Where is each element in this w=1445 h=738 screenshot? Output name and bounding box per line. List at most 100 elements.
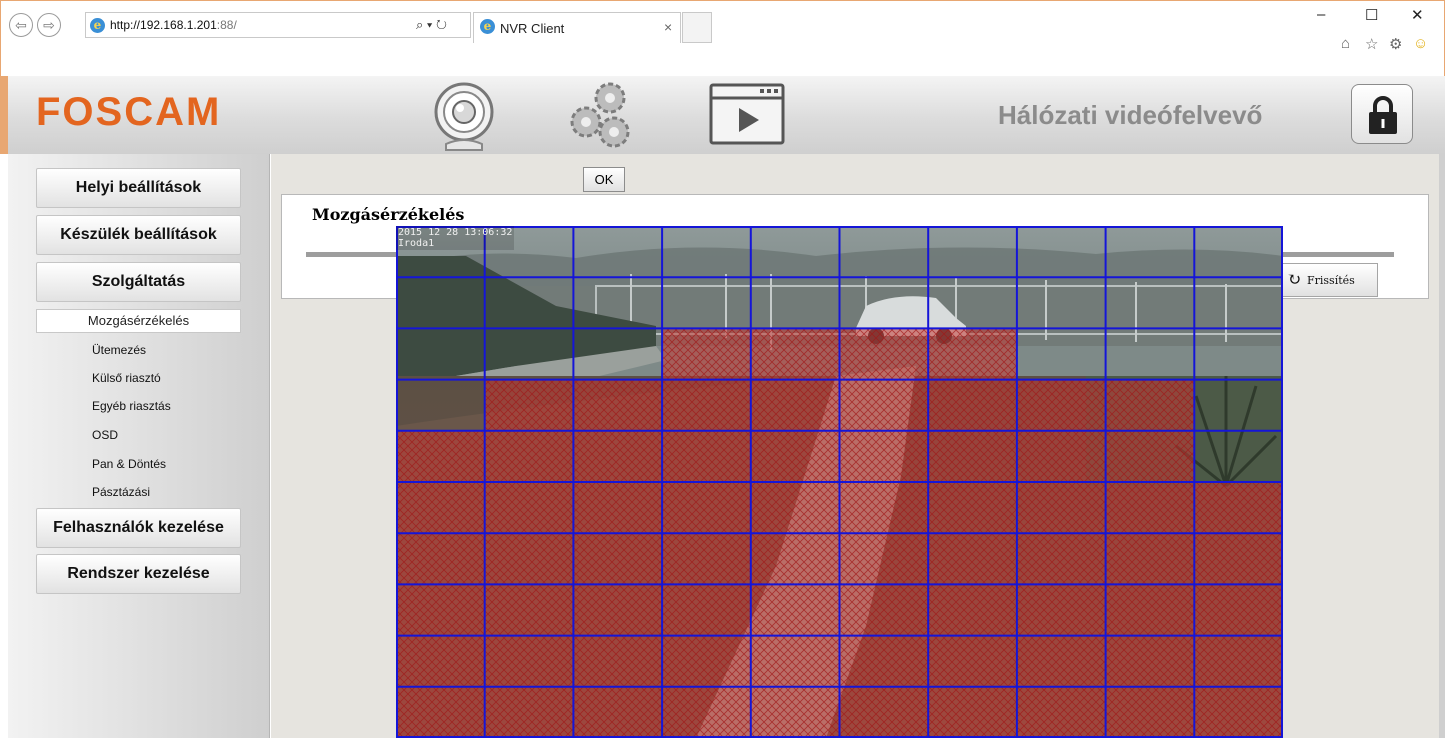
tab-close-icon[interactable]: × [664,19,672,35]
motion-cell-hatch [1105,584,1195,636]
motion-cell-hatch [928,686,1017,738]
motion-cell-hatch [484,584,574,636]
motion-cell-hatch [484,482,574,534]
motion-cell-hatch [1016,635,1106,687]
lock-button[interactable] [1351,84,1413,144]
motion-cell-hatch [573,379,663,431]
motion-cell-hatch [1105,635,1195,687]
motion-cell-hatch [662,379,751,431]
sidebar-subitem-motion-detection[interactable]: Mozgásérzékelés [36,309,241,333]
motion-cell-hatch [573,635,663,687]
motion-cell-hatch [396,584,485,636]
gear-icon[interactable]: ⚙ [1389,35,1402,53]
motion-cell-hatch [839,686,929,738]
app-header: FOSCAM Hálózati videófelvevő [0,76,1445,154]
tab-nvr-client[interactable]: e NVR Client × [473,12,681,43]
motion-cell-hatch [1105,379,1195,431]
camera-feed[interactable]: 2015 12 28 13:06:32 Iroda1 [396,226,1283,738]
motion-cell-hatch [662,533,751,585]
sidebar-item-system-management[interactable]: Rendszer kezelése [36,554,241,594]
motion-cell-hatch [928,430,1017,482]
motion-cell-hatch [750,430,840,482]
sidebar-item-device-settings[interactable]: Készülék beállítások [36,215,241,255]
sidebar-item-local-settings[interactable]: Helyi beállítások [36,168,241,208]
motion-cell-hatch [839,482,929,534]
address-url[interactable]: http://192.168.1.201:88/ [110,18,237,32]
new-tab-button[interactable] [682,12,712,43]
motion-cell-hatch [750,482,840,534]
motion-cell-hatch [1194,686,1283,738]
sidebar-subitem-patrol[interactable]: Pásztázási [92,485,150,499]
sidebar-subitem-other-alarm[interactable]: Egyéb riasztás [92,399,171,413]
window-edge [1439,154,1445,738]
motion-cell-hatch [1105,533,1195,585]
motion-cell-hatch [1105,686,1195,738]
ok-button[interactable]: OK [583,167,625,192]
motion-cell-hatch [750,379,840,431]
refresh-label: Frissítés [1307,274,1355,287]
motion-cell-hatch [839,328,929,380]
motion-cell-hatch [396,430,485,482]
back-arrow-icon: ⇦ [15,17,27,33]
motion-cell-hatch [1194,635,1283,687]
motion-cell-hatch [662,584,751,636]
minimize-button[interactable]: – [1317,6,1325,23]
motion-cell-hatch [573,430,663,482]
browser-chrome: ⇦ ⇨ e http://192.168.1.201:88/ ⌕ ▾ ↻ e N… [0,0,1445,76]
camera-osd: 2015 12 28 13:06:32 Iroda1 [396,226,515,250]
motion-cell-hatch [928,533,1017,585]
motion-cell-hatch [750,635,840,687]
motion-cell-hatch [662,482,751,534]
smiley-icon[interactable]: ☺ [1413,35,1428,52]
motion-cell-hatch [573,686,663,738]
motion-cell-hatch [573,533,663,585]
maximize-button[interactable]: ☐ [1365,6,1378,24]
home-icon[interactable]: ⌂ [1341,35,1350,52]
osd-timestamp: 2015 12 28 13:06:32 [398,227,513,238]
lock-icon [1369,96,1397,134]
sidebar-subitem-schedule[interactable]: Ütemezés [92,343,146,357]
motion-cell-hatch [750,686,840,738]
motion-cell-hatch [928,379,1017,431]
motion-cell-hatch [396,482,485,534]
sidebar-subitem-external-alarm[interactable]: Külső riasztó [92,371,161,385]
motion-cell-hatch [484,430,574,482]
motion-cell-hatch [750,533,840,585]
ie-icon: e [90,18,105,33]
motion-cell-hatch [839,584,929,636]
motion-cell-hatch [928,635,1017,687]
motion-cell-hatch [1016,686,1106,738]
camera-icon[interactable] [428,78,500,157]
forward-arrow-icon: ⇨ [43,17,55,33]
motion-cell-hatch [1016,533,1106,585]
url-port: :88/ [216,18,237,32]
motion-cell-hatch [396,686,485,738]
motion-cell-hatch [1194,533,1283,585]
star-icon[interactable]: ☆ [1365,35,1378,53]
refresh-icon: ↻ [1287,270,1302,290]
refresh-button[interactable]: ↻ Frissítés [1278,263,1378,297]
search-refresh-icons[interactable]: ⌕ ▾ ↻ [416,17,447,33]
playback-icon[interactable] [708,82,786,151]
motion-cell-hatch [1016,430,1106,482]
motion-cell-hatch [928,482,1017,534]
sidebar-subitem-pan-tilt[interactable]: Pan & Döntés [92,457,166,471]
sidebar-subitem-osd[interactable]: OSD [92,428,118,442]
ie-tab-icon: e [480,19,495,34]
motion-cell-hatch [573,482,663,534]
motion-cell-hatch [1105,482,1195,534]
back-button[interactable]: ⇦ [9,13,33,37]
motion-cell-hatch [750,328,840,380]
motion-cell-hatch [396,533,485,585]
sidebar: Helyi beállítások Készülék beállítások S… [8,154,270,738]
sidebar-item-service[interactable]: Szolgáltatás [36,262,241,302]
address-bar[interactable]: e http://192.168.1.201:88/ ⌕ ▾ ↻ [85,12,471,38]
forward-button[interactable]: ⇨ [37,13,61,37]
motion-cell-hatch [839,635,929,687]
sidebar-item-user-management[interactable]: Felhasználók kezelése [36,508,241,548]
settings-gears-icon[interactable] [564,78,636,157]
motion-cell-hatch [1194,584,1283,636]
motion-cell-hatch [750,584,840,636]
motion-cell-hatch [839,379,929,431]
close-window-button[interactable]: ✕ [1411,6,1424,24]
